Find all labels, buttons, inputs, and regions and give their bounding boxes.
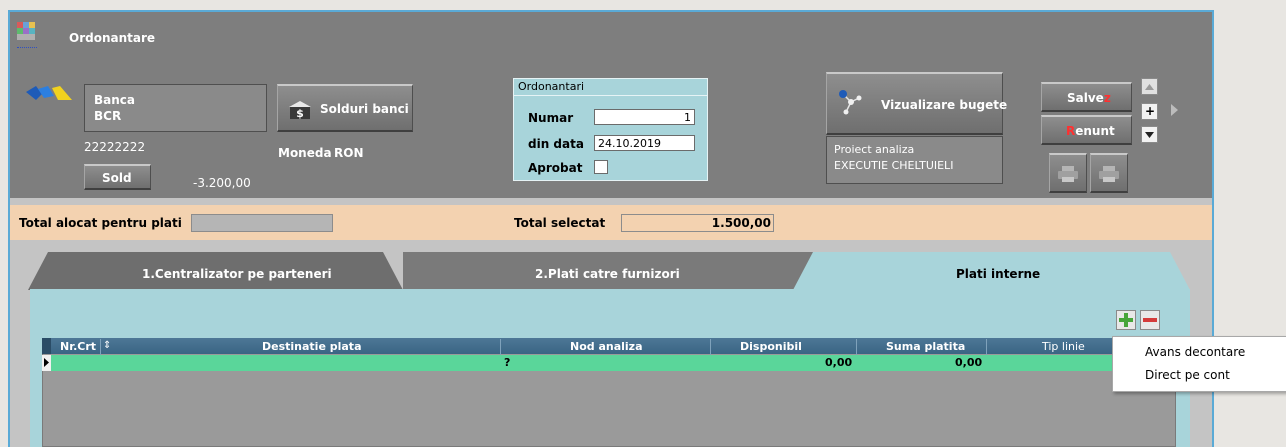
renunt-label: Renunt [1066, 124, 1115, 138]
menu-item-direct-pe-cont[interactable]: Direct pe cont [1145, 368, 1230, 382]
network-nodes-icon [839, 90, 862, 115]
printer-icon [1099, 166, 1119, 182]
total-selectat-value: 1.500,00 [711, 216, 771, 230]
total-alocat-label: Total alocat pentru plati [19, 216, 182, 230]
down-arrow-button[interactable] [1141, 126, 1158, 143]
tip-linie-dropdown-menu: Avans decontare Direct pe cont [1112, 336, 1286, 392]
total-alocat-field [191, 214, 333, 232]
col-nr-crt[interactable]: Nr.Crt [60, 340, 96, 353]
bank-account: 22222222 [84, 140, 146, 154]
moneda-value: RON [334, 146, 364, 160]
print-preview-button[interactable] [1090, 153, 1128, 193]
cell-nod[interactable]: ? [504, 356, 510, 369]
numar-label: Numar [528, 111, 574, 125]
sort-icon[interactable]: ⇕ [103, 340, 111, 351]
aprobat-label: Aprobat [528, 161, 583, 175]
din-data-field[interactable] [594, 135, 695, 151]
bank-building-icon: $ [289, 101, 311, 119]
col-destinatie-plata[interactable]: Destinatie plata [262, 340, 362, 353]
vizualizare-bugete-label: Vizualizare bugete [881, 98, 1008, 112]
col-tip-linie[interactable]: Tip linie [1042, 340, 1085, 353]
printer-icon [1058, 166, 1078, 182]
salvez-accent: z [1103, 91, 1111, 105]
bank-info-box [84, 84, 267, 132]
ordonantare-window: Ordonantare Banca BCR 22222222 Sold -3.2… [8, 10, 1214, 447]
tab-plati-furnizori-label: 2.Plati catre furnizori [535, 267, 680, 281]
proiect-analiza-label: Proiect analiza [834, 143, 915, 156]
app-icon [17, 22, 37, 48]
tab-plati-interne-label: Plati interne [956, 267, 1041, 281]
sold-button[interactable]: Sold [84, 164, 151, 190]
menu-item-avans-decontare[interactable]: Avans decontare [1145, 345, 1245, 359]
svg-text:$: $ [296, 107, 304, 119]
col-suma-platita[interactable]: Suma platita [886, 340, 965, 353]
solduri-banci-label: Solduri banci [320, 102, 409, 116]
numar-field[interactable] [594, 109, 695, 125]
add-row-button[interactable] [1116, 310, 1136, 330]
ordonantari-group: Ordonantari Numar din data Aprobat [513, 78, 708, 181]
din-data-label: din data [528, 137, 584, 151]
salvez-label: Salvez [1067, 91, 1111, 105]
chevron-up-icon [1145, 84, 1154, 90]
row-indicator [42, 355, 51, 371]
renunt-accent: R [1066, 124, 1076, 138]
solduri-banci-button[interactable]: $ Solduri banci [277, 84, 413, 132]
totals-bar: Total alocat pentru plati Total selectat… [10, 205, 1212, 240]
grid-header-corner [42, 338, 51, 354]
total-selectat-label: Total selectat [514, 216, 606, 230]
minus-icon [1143, 318, 1157, 322]
row-pointer-icon [44, 358, 49, 367]
moneda-label: Moneda [278, 146, 332, 160]
salvez-button[interactable]: Salvez [1041, 82, 1132, 112]
proiect-analiza-value: EXECUTIE CHELTUIELI [834, 159, 954, 172]
up-arrow-button[interactable] [1141, 78, 1158, 95]
chevron-down-icon [1145, 132, 1154, 138]
plus-icon: + [1145, 104, 1156, 118]
tab-centralizator-label: 1.Centralizator pe parteneri [142, 267, 332, 281]
col-disponibil[interactable]: Disponibil [740, 340, 802, 353]
bank-logo-icon [26, 86, 72, 100]
cell-suma[interactable]: 0,00 [955, 356, 982, 369]
remove-row-button[interactable] [1140, 310, 1160, 330]
bank-label: Banca [94, 93, 135, 107]
total-selectat-field: 1.500,00 [621, 214, 774, 232]
cell-disponibil[interactable]: 0,00 [825, 356, 852, 369]
vizualizare-bugete-button[interactable]: Vizualizare bugete [826, 72, 1007, 135]
table-row[interactable]: ? 0,00 0,00 [42, 355, 1148, 371]
plus-icon [1119, 313, 1133, 327]
sold-value: -3.200,00 [193, 176, 251, 190]
plus-small-button[interactable]: + [1141, 103, 1158, 120]
ordonantari-group-title: Ordonantari [518, 80, 585, 93]
aprobat-checkbox[interactable] [594, 160, 608, 174]
bank-name: BCR [94, 109, 122, 123]
window-title: Ordonantare [69, 31, 156, 45]
renunt-button[interactable]: Renunt [1041, 115, 1132, 145]
header-panel: Ordonantare Banca BCR 22222222 Sold -3.2… [10, 12, 1212, 198]
caret-right-icon[interactable] [1171, 104, 1178, 116]
col-nod-analiza[interactable]: Nod analiza [570, 340, 643, 353]
print-button[interactable] [1049, 153, 1087, 193]
sold-button-label: Sold [102, 171, 132, 185]
